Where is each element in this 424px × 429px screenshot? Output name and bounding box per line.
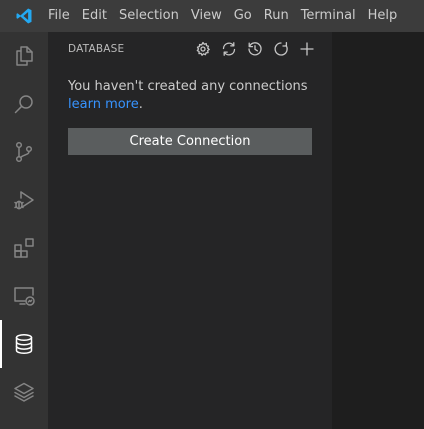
settings-icon <box>196 41 210 56</box>
add-icon <box>300 42 314 56</box>
refresh-button[interactable] <box>270 38 292 60</box>
history-button[interactable] <box>244 38 266 60</box>
sidebar-header: DATABASE <box>48 32 332 67</box>
database-button[interactable] <box>0 320 48 368</box>
menu-run[interactable]: Run <box>258 0 295 32</box>
menu-selection[interactable]: Selection <box>113 0 185 32</box>
run-debug-icon <box>14 191 34 210</box>
remote-explorer-button[interactable] <box>0 272 48 320</box>
welcome-end: . <box>138 97 143 112</box>
layers-icon <box>14 382 34 402</box>
vscode-window: File Edit Selection View Go Run Terminal… <box>0 0 424 429</box>
create-connection-button[interactable]: Create Connection <box>68 128 312 155</box>
sync-button[interactable] <box>218 38 240 60</box>
menu-terminal[interactable]: Terminal <box>295 0 362 32</box>
editor-area <box>332 32 424 429</box>
files-icon <box>16 46 33 66</box>
extensions-icon <box>14 238 34 258</box>
welcome-text: You haven't created any connections <box>68 79 308 94</box>
menu-view[interactable]: View <box>185 0 228 32</box>
remote-explorer-icon <box>14 287 35 306</box>
search-icon <box>14 95 33 114</box>
refresh-icon <box>274 41 288 56</box>
activity-bar <box>0 32 48 429</box>
sync-icon <box>222 42 236 56</box>
menu-items: File Edit Selection View Go Run Terminal… <box>48 0 403 32</box>
explorer-button[interactable] <box>0 32 48 80</box>
menu-edit[interactable]: Edit <box>76 0 113 32</box>
settings-button[interactable] <box>192 38 214 60</box>
history-icon <box>248 42 262 56</box>
menu-help[interactable]: Help <box>362 0 404 32</box>
menu-go[interactable]: Go <box>228 0 258 32</box>
layers-button[interactable] <box>0 368 48 416</box>
database-sidebar: DATABASE You haven't created any connect… <box>48 32 332 429</box>
extensions-button[interactable] <box>0 224 48 272</box>
source-control-button[interactable] <box>0 128 48 176</box>
menu-file[interactable]: File <box>48 0 76 32</box>
source-control-icon <box>15 141 33 163</box>
add-connection-button[interactable] <box>296 38 318 60</box>
sidebar-title: DATABASE <box>68 43 125 55</box>
database-icon <box>15 333 33 355</box>
vscode-logo-icon <box>0 0 48 32</box>
learn-more-link[interactable]: learn more <box>68 97 139 112</box>
sidebar-actions <box>192 38 318 60</box>
run-debug-button[interactable] <box>0 176 48 224</box>
no-connections-message: You haven't created any connections lear… <box>68 78 320 114</box>
search-button[interactable] <box>0 80 48 128</box>
menu-bar: File Edit Selection View Go Run Terminal… <box>0 0 424 32</box>
